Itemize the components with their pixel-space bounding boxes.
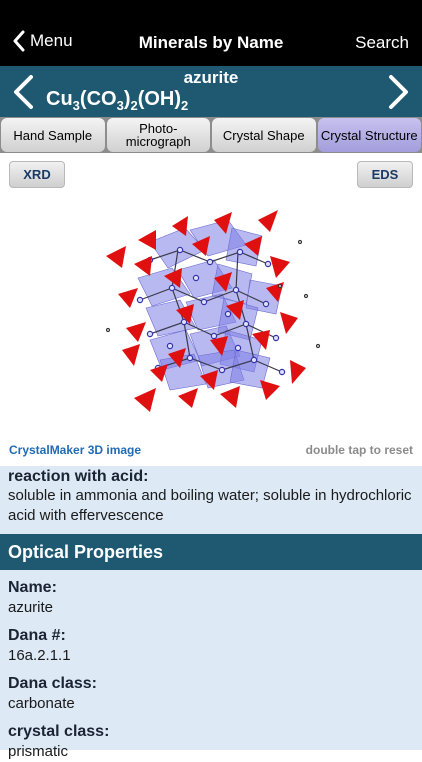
mineral-header: azurite Cu3(CO3)2(OH)2: [0, 66, 422, 118]
property-label: Name:: [8, 579, 57, 596]
back-button[interactable]: Menu: [12, 30, 73, 52]
property-value: carbonate: [8, 695, 75, 712]
next-mineral-icon[interactable]: [387, 74, 411, 110]
chevron-left-icon: [13, 30, 25, 52]
mineral-formula: Cu3(CO3)2(OH)2: [46, 88, 189, 113]
property-label: crystal class:: [8, 723, 110, 740]
property-dana-class: Dana class: carbonate: [8, 675, 414, 714]
eds-button[interactable]: EDS: [357, 161, 413, 188]
property-value: prismatic: [8, 743, 69, 760]
reaction-label: reaction with acid:: [8, 468, 149, 485]
property-value: 16a.2.1.1: [8, 647, 71, 664]
crystalmaker-link[interactable]: CrystalMaker 3D image: [9, 443, 141, 457]
property-crystal-class: crystal class: prismatic: [8, 723, 414, 762]
reaction-section: reaction with acid: soluble in ammonia a…: [0, 466, 422, 534]
tab-crystal-shape[interactable]: Crystal Shape: [212, 118, 316, 152]
property-value: azurite: [8, 599, 54, 616]
tab-photomicrograph-label: Photo- micrograph: [125, 121, 191, 149]
reset-hint: double tap to reset: [305, 443, 413, 457]
search-button[interactable]: Search: [355, 33, 409, 53]
crystal-structure-viewer[interactable]: [0, 190, 422, 438]
property-label: Dana #:: [8, 627, 66, 644]
property-name: Name: azurite: [8, 579, 414, 618]
properties-list: Name: azurite Dana #: 16a.2.1.1 Dana cla…: [0, 570, 422, 760]
xrd-button[interactable]: XRD: [9, 161, 65, 188]
property-dana-number: Dana #: 16a.2.1.1: [8, 627, 414, 666]
property-label: Dana class:: [8, 675, 97, 692]
tab-hand-sample[interactable]: Hand Sample: [1, 118, 105, 152]
tab-bar: Hand Sample Photo- micrograph Crystal Sh…: [0, 117, 422, 153]
back-label: Menu: [30, 31, 73, 50]
tab-crystal-structure[interactable]: Crystal Structure: [317, 118, 421, 152]
mineral-name: azurite: [183, 68, 239, 87]
optical-properties-header[interactable]: Optical Properties: [0, 534, 422, 570]
crystal-structure-image: [105, 210, 321, 412]
navigation-bar: Menu Minerals by Name Search: [0, 0, 422, 66]
reaction-value: soluble in ammonia and boiling water; so…: [8, 487, 412, 524]
tab-photomicrograph[interactable]: Photo- micrograph: [106, 118, 210, 152]
